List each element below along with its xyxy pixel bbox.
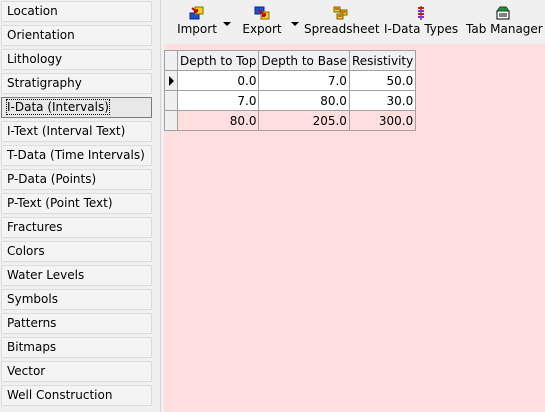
sidebar-item-orientation[interactable]: Orientation xyxy=(1,25,152,46)
sidebar-item-p-text-point-text[interactable]: P-Text (Point Text) xyxy=(1,193,152,214)
export-icon xyxy=(254,6,270,20)
sidebar-item-label: P-Data (Points) xyxy=(7,172,97,186)
idata-types-icon xyxy=(418,6,424,20)
sidebar-item-p-data-points[interactable]: P-Data (Points) xyxy=(1,169,152,190)
sidebar-item-label: Location xyxy=(7,4,58,18)
sidebar-item-i-text-interval-text[interactable]: I-Text (Interval Text) xyxy=(1,121,152,142)
sidebar-item-label: Fractures xyxy=(7,220,63,234)
cell-resistivity[interactable]: 50.0 xyxy=(348,70,417,91)
cell-depth-to-base[interactable]: 205.0 xyxy=(258,110,350,131)
table-row[interactable]: 80.0 205.0 300.0 xyxy=(164,110,417,131)
sidebar-item-i-data-intervals[interactable]: I-Data (Intervals) xyxy=(1,97,152,118)
sidebar-item-t-data-time-intervals[interactable]: T-Data (Time Intervals) xyxy=(1,145,152,166)
sidebar-item-well-construction[interactable]: Well Construction xyxy=(1,385,152,406)
sidebar-item-label: Lithology xyxy=(7,52,63,66)
tab-manager-icon xyxy=(496,6,510,20)
cell-depth-to-top[interactable]: 80.0 xyxy=(176,110,260,131)
cell-depth-to-top[interactable]: 0.0 xyxy=(176,70,260,91)
cell-resistivity[interactable]: 30.0 xyxy=(348,90,417,111)
sidebar-item-patterns[interactable]: Patterns xyxy=(1,313,152,334)
sidebar-item-lithology[interactable]: Lithology xyxy=(1,49,152,70)
i-data-types-label: I-Data Types xyxy=(384,22,459,36)
sidebar-item-label: P-Text (Point Text) xyxy=(7,196,113,210)
sidebar-item-label: Orientation xyxy=(7,28,75,42)
export-label: Export xyxy=(242,22,282,36)
table-row[interactable]: 0.0 7.0 50.0 xyxy=(164,70,417,91)
import-label: Import xyxy=(177,22,217,36)
toolbar: Import Export Spreadsheet I-Data Types T… xyxy=(164,0,545,42)
row-indicator[interactable] xyxy=(164,90,178,111)
sidebar-item-bitmaps[interactable]: Bitmaps xyxy=(1,337,152,358)
sidebar-item-label: Stratigraphy xyxy=(7,76,82,90)
sidebar-item-label: Water Levels xyxy=(7,268,85,282)
import-button[interactable]: Import xyxy=(172,2,222,40)
import-icon xyxy=(189,6,204,20)
export-button[interactable]: Export xyxy=(240,2,284,40)
sidebar-item-label: T-Data (Time Intervals) xyxy=(7,148,145,162)
sidebar-item-label: I-Data (Intervals) xyxy=(6,99,110,115)
tab-manager-button[interactable]: Tab Manager xyxy=(466,2,543,40)
sidebar-item-label: Colors xyxy=(7,244,45,258)
import-dropdown-arrow[interactable] xyxy=(223,22,231,26)
grid-corner-cell xyxy=(164,50,178,71)
cell-resistivity[interactable]: 300.0 xyxy=(348,110,417,131)
spreadsheet-icon xyxy=(333,6,348,20)
sidebar-item-symbols[interactable]: Symbols xyxy=(1,289,152,310)
sidebar-item-stratigraphy[interactable]: Stratigraphy xyxy=(1,73,152,94)
cell-depth-to-top[interactable]: 7.0 xyxy=(176,90,260,111)
i-data-grid[interactable]: Depth to Top Depth to Base Resistivity 0… xyxy=(164,50,417,131)
app-window: Location Orientation Lithology Stratigra… xyxy=(0,0,545,412)
cell-depth-to-base[interactable]: 7.0 xyxy=(258,70,350,91)
sidebar: Location Orientation Lithology Stratigra… xyxy=(0,0,161,412)
sidebar-item-location[interactable]: Location xyxy=(1,1,152,22)
spreadsheet-button[interactable]: Spreadsheet xyxy=(304,2,380,40)
data-grid-area: Depth to Top Depth to Base Resistivity 0… xyxy=(164,44,545,412)
table-row[interactable]: 7.0 80.0 30.0 xyxy=(164,90,417,111)
spreadsheet-label: Spreadsheet xyxy=(304,22,380,36)
sidebar-item-label: Vector xyxy=(7,364,46,378)
column-header-depth-to-top[interactable]: Depth to Top xyxy=(176,50,260,71)
row-indicator[interactable] xyxy=(164,110,178,131)
sidebar-item-label: Bitmaps xyxy=(7,340,57,354)
column-header-depth-to-base[interactable]: Depth to Base xyxy=(258,50,350,71)
sidebar-item-water-levels[interactable]: Water Levels xyxy=(1,265,152,286)
i-data-types-button[interactable]: I-Data Types xyxy=(384,2,458,40)
tab-manager-label: Tab Manager xyxy=(466,22,543,36)
sidebar-item-label: Symbols xyxy=(7,292,58,306)
column-header-resistivity[interactable]: Resistivity xyxy=(348,50,417,71)
sidebar-item-label: I-Text (Interval Text) xyxy=(7,124,126,138)
grid-header-row: Depth to Top Depth to Base Resistivity xyxy=(164,50,417,71)
sidebar-item-label: Patterns xyxy=(7,316,57,330)
export-dropdown-arrow[interactable] xyxy=(291,22,299,26)
cell-depth-to-base[interactable]: 80.0 xyxy=(258,90,350,111)
sidebar-item-vector[interactable]: Vector xyxy=(1,361,152,382)
row-indicator[interactable] xyxy=(164,70,178,91)
sidebar-item-label: Well Construction xyxy=(7,388,113,402)
sidebar-item-fractures[interactable]: Fractures xyxy=(1,217,152,238)
sidebar-item-colors[interactable]: Colors xyxy=(1,241,152,262)
current-row-pointer-icon xyxy=(169,76,174,86)
